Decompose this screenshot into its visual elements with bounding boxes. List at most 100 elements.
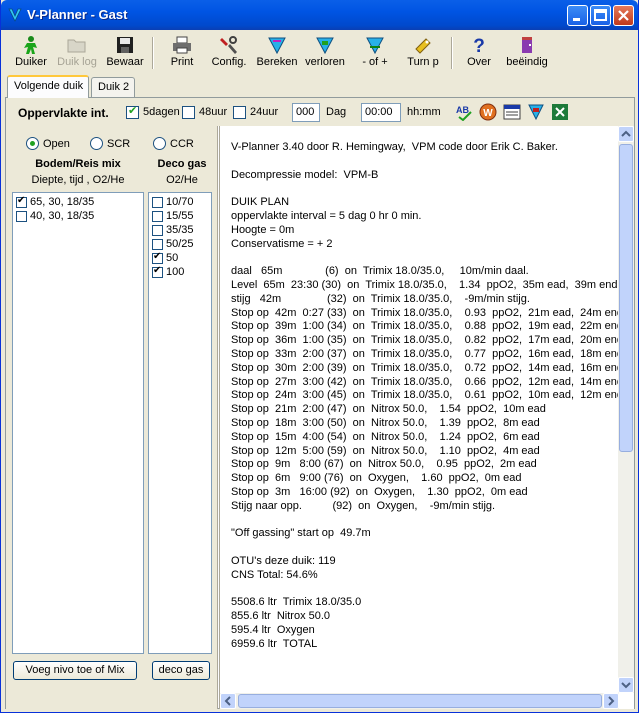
save-button[interactable]: Bewaar <box>103 33 147 73</box>
deco-gas-checkbox[interactable] <box>152 196 163 208</box>
gas-mix-icon[interactable] <box>527 103 545 121</box>
list-item[interactable]: 100 <box>152 265 184 279</box>
scroll-up-button[interactable] <box>618 126 634 142</box>
toolbar-separator <box>451 37 453 69</box>
config-icon <box>220 36 237 54</box>
label-5dagen: 5dagen <box>143 106 180 118</box>
toolbar-separator <box>152 37 154 69</box>
minimize-button[interactable] <box>567 5 588 26</box>
time-label: hh:mm <box>407 106 441 118</box>
list-item[interactable]: 10/70 <box>152 196 194 209</box>
printer-icon <box>173 36 191 54</box>
deco-gas-checkbox[interactable] <box>152 265 163 278</box>
output-line: Stop op 42m 0:27 (33) on Trimix 18.0/35.… <box>231 306 623 319</box>
deco-gas-checkbox[interactable] <box>152 238 163 250</box>
table-icon[interactable] <box>503 103 521 121</box>
time-input[interactable]: 00:00 <box>361 103 401 122</box>
scroll-right-button[interactable] <box>603 693 619 709</box>
deco-gas-title: Deco gas <box>157 158 207 170</box>
list-item[interactable]: 50 <box>152 251 178 265</box>
output-line: Stop op 33m 2:00 (37) on Trimix 18.0/35.… <box>231 347 623 360</box>
dive-plan-text: V-Planner 3.40 door R. Hemingway, VPM co… <box>231 141 623 651</box>
radio-open-circuit[interactable] <box>26 137 39 150</box>
svg-text:?: ? <box>473 36 485 55</box>
main-toolbar: Duiker Duik log Bewaar Print Config. Ber… <box>7 33 633 73</box>
vertical-scroll-thumb[interactable] <box>619 144 633 452</box>
surface-interval-bar: Oppervlakte int. 5dagen 48uur 24uur 000 … <box>6 98 634 126</box>
output-line: Stop op 18m 3:00 (50) on Nitrox 50.0, 1.… <box>231 416 540 429</box>
close-button[interactable] <box>613 5 634 26</box>
deco-gas-list[interactable]: 10/70 15/55 35/35 50/25 50 100 <box>148 192 212 654</box>
add-level-mix-button[interactable]: Voeg nivo toe of Mix <box>13 661 137 680</box>
list-item[interactable]: 65, 30, 18/35 <box>16 195 94 209</box>
title-bar[interactable]: V-Planner - Gast <box>1 0 638 30</box>
list-item[interactable]: 15/55 <box>152 210 194 223</box>
svg-text:W: W <box>483 108 493 119</box>
dive-plan-output[interactable]: V-Planner 3.40 door R. Hemingway, VPM co… <box>219 126 634 709</box>
save-icon <box>117 37 133 53</box>
output-line: OTU's deze duik: 119 <box>231 554 336 567</box>
bottom-mix-list[interactable]: 65, 30, 18/35 40, 30, 18/35 <box>12 192 144 654</box>
window-title: V-Planner - Gast <box>27 7 128 22</box>
tab-dive-2[interactable]: Duik 2 <box>91 77 135 97</box>
calculate-button[interactable]: Bereken <box>255 33 299 73</box>
label-ccr: CCR <box>170 138 194 150</box>
config-button[interactable]: Config. <box>207 33 251 73</box>
exit-button[interactable]: beëindig <box>503 33 551 73</box>
calculate-icon <box>268 37 286 55</box>
output-line: stijg 42m (32) on Trimix 18.0/35.0, -9m/… <box>231 292 530 305</box>
dive-log-button[interactable]: Duik log <box>55 33 99 73</box>
bottom-mix-checkbox[interactable] <box>16 210 27 222</box>
chevron-left-icon <box>224 696 231 706</box>
label-48uur: 48uur <box>199 106 228 118</box>
list-item[interactable]: 40, 30, 18/35 <box>16 210 94 223</box>
deco-gas-checkbox[interactable] <box>152 251 163 264</box>
vertical-scrollbar[interactable] <box>618 126 634 693</box>
horizontal-scrollbar[interactable] <box>220 693 619 709</box>
wiki-icon[interactable]: W <box>479 103 497 121</box>
list-item[interactable]: 35/35 <box>152 224 194 237</box>
checkbox-24uur[interactable] <box>233 106 246 119</box>
checkbox-48uur[interactable] <box>182 106 195 119</box>
gas-selection-pane: Open SCR CCR Bodem/Reis mix Diepte, tijd… <box>6 126 218 709</box>
maximize-button[interactable] <box>590 5 611 26</box>
output-line: Stop op 30m 2:00 (39) on Trimix 18.0/35.… <box>231 361 623 374</box>
deco-gas-button[interactable]: deco gas <box>152 661 210 680</box>
excel-icon[interactable] <box>551 103 569 121</box>
horizontal-scroll-thumb[interactable] <box>238 694 602 708</box>
minus-plus-button[interactable]: - of + <box>353 33 397 73</box>
print-button[interactable]: Print <box>161 33 203 73</box>
radio-scr[interactable] <box>90 137 103 150</box>
tab-next-dive[interactable]: Volgende duik <box>7 75 89 98</box>
minus-plus-icon <box>366 37 384 55</box>
radio-ccr[interactable] <box>153 137 166 150</box>
scroll-left-button[interactable] <box>220 693 236 709</box>
output-line: 855.6 ltr Nitrox 50.0 <box>231 610 331 623</box>
lost-gas-button[interactable]: verloren <box>303 33 347 73</box>
turn-pressure-button[interactable]: Turn p <box>401 33 445 73</box>
deco-gas-subtitle: O2/He <box>166 174 198 186</box>
scroll-down-button[interactable] <box>618 677 634 693</box>
list-item[interactable]: 50/25 <box>152 238 194 251</box>
output-line: daal 65m (6) on Trimix 18.0/35.0, 10m/mi… <box>231 265 529 278</box>
spell-check-icon[interactable]: AB <box>455 103 473 121</box>
output-line: Stop op 9m 8:00 (67) on Nitrox 50.0, 0.9… <box>231 458 537 471</box>
diver-button[interactable]: Duiker <box>11 33 51 73</box>
dive-panel: Oppervlakte int. 5dagen 48uur 24uur 000 … <box>5 97 635 709</box>
label-24uur: 24uur <box>250 106 279 118</box>
deco-gas-checkbox[interactable] <box>152 224 163 236</box>
output-line: Decompressie model: VPM-B <box>231 168 379 181</box>
deco-gas-checkbox[interactable] <box>152 210 163 222</box>
bottom-mix-title: Bodem/Reis mix <box>35 158 121 170</box>
maximize-icon <box>594 9 607 21</box>
turn-pressure-icon <box>415 38 431 54</box>
help-icon: ? <box>473 36 485 55</box>
checkbox-5dagen[interactable] <box>126 104 139 119</box>
about-button[interactable]: ? Over <box>459 33 499 73</box>
output-line: DUIK PLAN <box>231 196 290 209</box>
bottom-mix-checkbox[interactable] <box>16 195 27 208</box>
days-input[interactable]: 000 <box>292 103 320 122</box>
output-line: Stop op 21m 2:00 (47) on Nitrox 50.0, 1.… <box>231 403 546 416</box>
